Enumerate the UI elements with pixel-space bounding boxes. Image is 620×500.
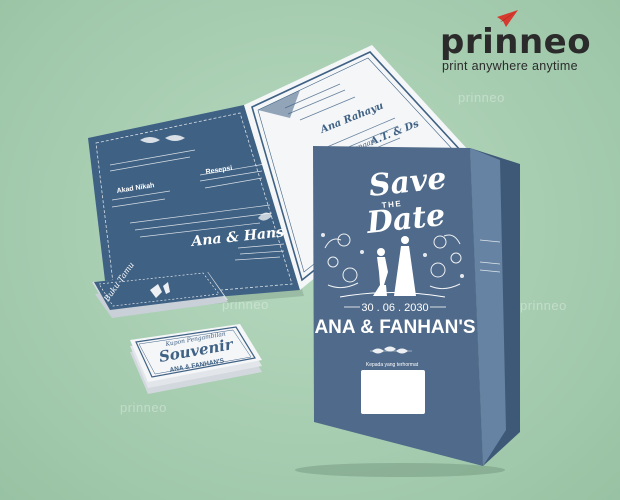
souvenir-coupon: Kupon Pengambilan Souvenir ANA & FANHAN'… — [130, 324, 262, 394]
product-mockup-scene: prinneo prinneo prinneo prinneo prinneo … — [0, 0, 620, 500]
save-the-date-card: Save THE Date 30 . 06 . 2030 ANA & FANHA… — [295, 146, 520, 477]
guest-caption: Kepada yang terhormat — [366, 362, 419, 368]
couple-names: ANA & FANHAN'S — [314, 317, 475, 338]
product-illustration: Akad Nikah Resepsi Ana & Hans Ana Rahayu… — [88, 10, 520, 477]
wedding-date: 30 . 06 . 2030 — [361, 302, 428, 314]
guest-name-label-box — [361, 370, 425, 414]
paper-plane-icon — [497, 10, 518, 27]
